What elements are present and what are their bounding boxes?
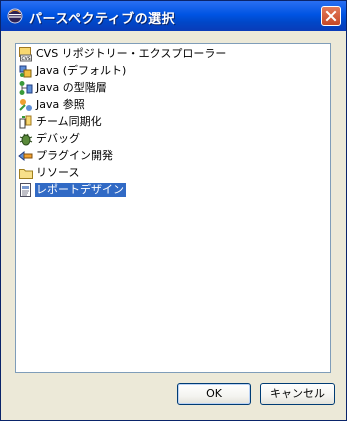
dialog-title: パースペクティブの選択 <box>29 12 176 27</box>
list-item-label: Java (デフォルト) <box>36 64 127 77</box>
list-item-label: レポートデザイン <box>35 183 126 197</box>
list-item-label: Java 参照 <box>36 98 85 111</box>
perspective-list[interactable]: CVS CVS リポジトリー・エクスプローラー Java (デフォルト) Jav… <box>15 43 331 373</box>
java-type-hierarchy-icon <box>18 80 34 96</box>
eclipse-icon <box>7 8 23 24</box>
ok-button[interactable]: OK <box>177 383 251 405</box>
cancel-button[interactable]: キャンセル <box>260 383 335 405</box>
title-bar[interactable]: パースペクティブの選択 <box>1 1 346 31</box>
svg-text:CVS: CVS <box>22 56 31 62</box>
list-item-label: プラグイン開発 <box>36 149 113 162</box>
plugin-development-icon <box>18 148 34 164</box>
close-button[interactable] <box>321 6 341 26</box>
dialog-client-area: CVS CVS リポジトリー・エクスプローラー Java (デフォルト) Jav… <box>4 31 343 417</box>
resource-folder-icon <box>18 165 34 181</box>
dialog-window: パースペクティブの選択 CVS CVS リポジトリー・エクスプローラー Java… <box>0 0 347 421</box>
cvs-repository-icon: CVS <box>18 46 34 62</box>
list-item-label: リソース <box>36 166 80 179</box>
report-design-icon <box>18 182 34 198</box>
close-icon <box>325 10 337 22</box>
java-browsing-icon <box>18 97 34 113</box>
list-item-label: デバッグ <box>36 132 80 145</box>
list-item-label: Java の型階層 <box>36 81 107 94</box>
list-item-label: CVS リポジトリー・エクスプローラー <box>36 47 227 60</box>
java-perspective-icon <box>18 63 34 79</box>
list-item-label: チーム同期化 <box>36 115 102 128</box>
debug-icon <box>18 131 34 147</box>
team-synchronize-icon <box>18 114 34 130</box>
